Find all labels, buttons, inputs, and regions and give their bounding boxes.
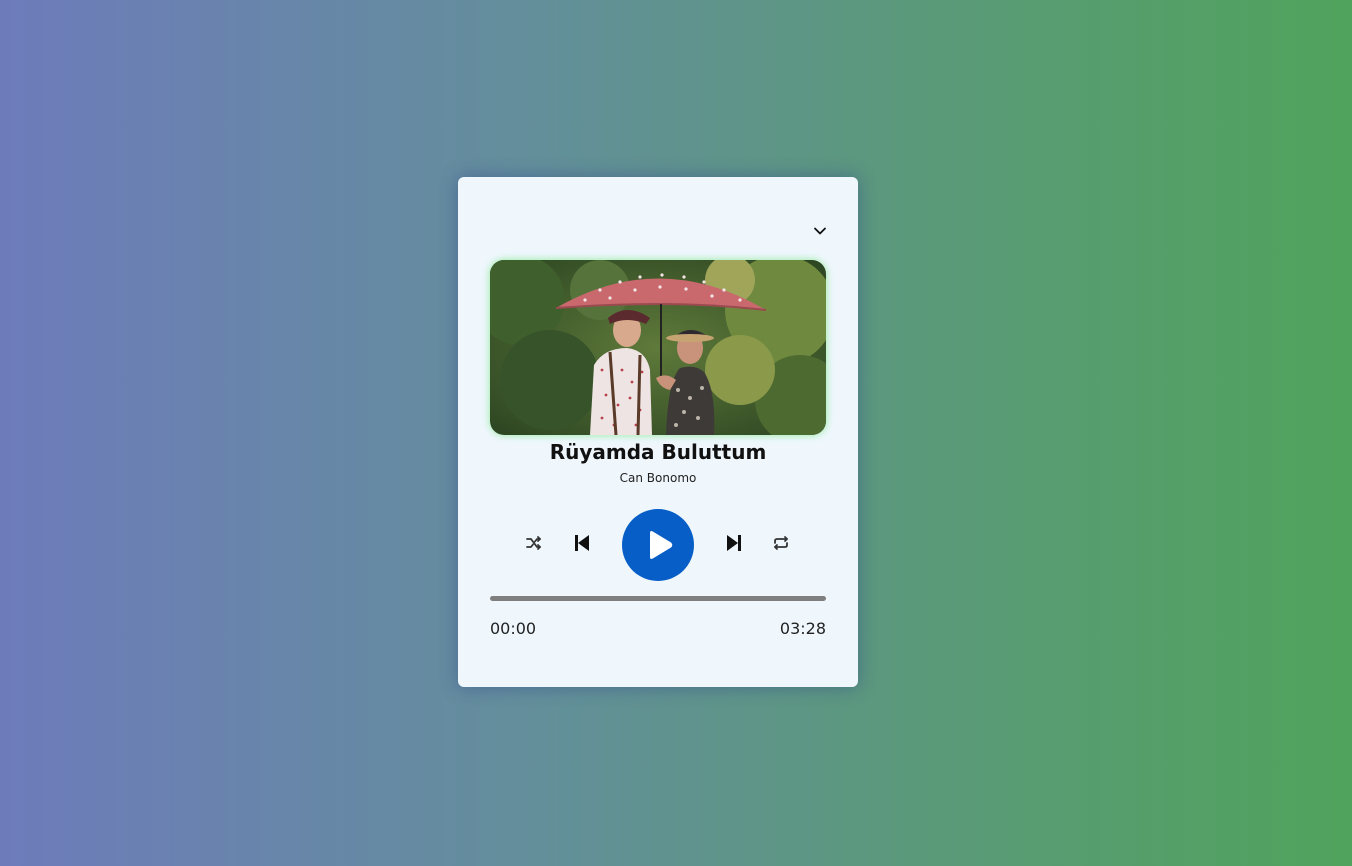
song-title: Rüyamda Buluttum xyxy=(549,440,767,464)
chevron-down-icon[interactable] xyxy=(812,223,828,239)
play-button[interactable] xyxy=(622,509,694,581)
repeat-icon[interactable] xyxy=(772,534,790,552)
play-icon xyxy=(650,531,673,559)
album-cover xyxy=(490,260,826,435)
skip-next-icon[interactable] xyxy=(724,533,744,553)
current-time: 00:00 xyxy=(490,619,537,638)
skip-previous-icon[interactable] xyxy=(572,533,592,553)
artist-name: Can Bonomo xyxy=(619,471,697,485)
total-time: 03:28 xyxy=(779,619,826,638)
music-player-card: Rüyamda Buluttum Can Bonomo 00:00 03:28 xyxy=(458,177,858,687)
shuffle-icon[interactable] xyxy=(525,534,543,552)
progress-bar[interactable] xyxy=(490,596,826,601)
